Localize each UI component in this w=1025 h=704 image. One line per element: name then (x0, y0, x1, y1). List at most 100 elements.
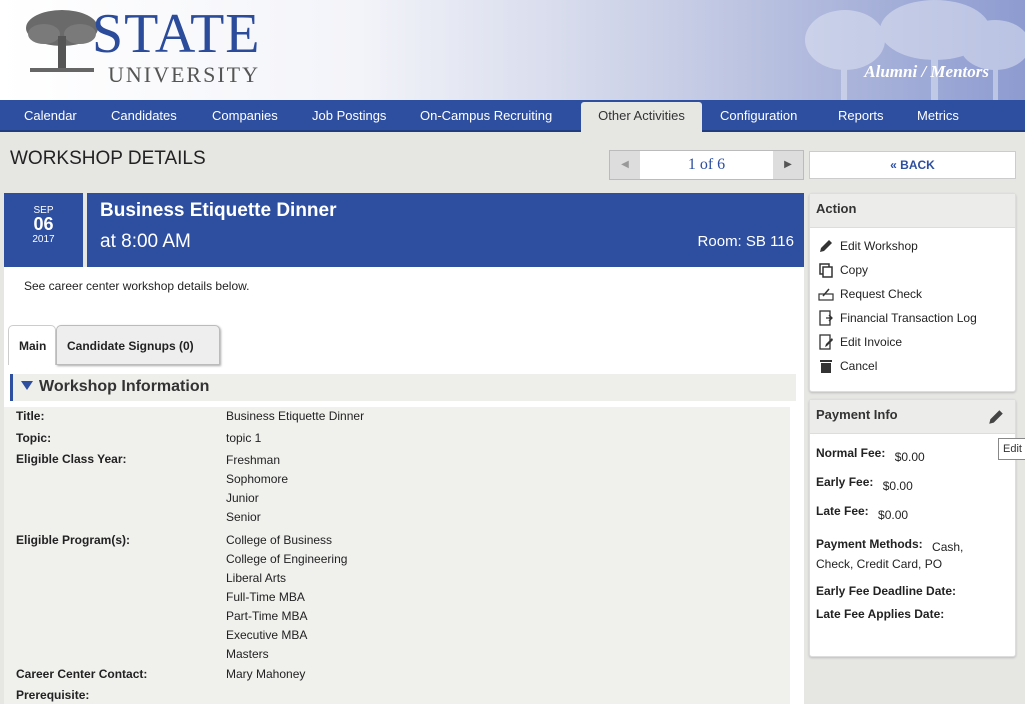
action-label: Cancel (840, 359, 878, 373)
workshop-fields: Title: Business Etiquette Dinner Topic: … (4, 407, 790, 704)
payment-methods-label: Payment Methods: (816, 537, 923, 551)
nav-other-activities[interactable]: Other Activities (581, 102, 702, 132)
early-fee-value: $0.00 (882, 479, 913, 493)
pager-position: 1 of 6 (687, 156, 726, 173)
class-year-label: Eligible Class Year: (16, 452, 127, 466)
normal-fee-row: Normal Fee: $0.00 (816, 446, 925, 464)
early-fee-label: Early Fee: (816, 475, 874, 489)
title-value: Business Etiquette Dinner (226, 409, 365, 423)
transaction-log-icon (819, 310, 833, 326)
request-check-icon (818, 288, 834, 301)
tab-candidate-signups[interactable]: Candidate Signups (0) (56, 325, 220, 365)
nav-configuration[interactable]: Configuration (708, 100, 809, 132)
contact-label: Career Center Contact: (16, 667, 148, 681)
late-fee-value: $0.00 (878, 508, 909, 522)
normal-fee-label: Normal Fee: (816, 446, 886, 460)
payment-panel-title: Payment Info (810, 400, 1015, 434)
early-fee-deadline-label: Early Fee Deadline Date: (816, 584, 957, 598)
pencil-icon[interactable] (987, 408, 1005, 426)
class-year-item: Freshman (226, 453, 281, 467)
program-item: Liberal Arts (226, 571, 287, 585)
event-day: 06 (33, 214, 54, 234)
event-banner: SEP 06 2017 Business Etiquette Dinner at… (4, 193, 804, 267)
nav-job-postings[interactable]: Job Postings (300, 100, 398, 132)
payment-methods-value-1: Cash, (932, 540, 964, 554)
trash-icon (820, 360, 832, 373)
program-item: Full-Time MBA (226, 590, 305, 604)
tab-main[interactable]: Main (8, 325, 56, 365)
caret-down-icon (21, 381, 33, 390)
copy-action[interactable]: Copy (818, 262, 868, 278)
action-label: Request Check (840, 287, 923, 301)
early-fee-deadline-row: Early Fee Deadline Date: (816, 584, 956, 598)
event-year: 2017 (32, 234, 55, 245)
edit-tooltip: Edit (998, 438, 1025, 460)
program-item: Masters (226, 647, 269, 661)
event-name: Business Etiquette Dinner (100, 200, 337, 221)
payment-methods-value-2: Check, Credit Card, PO (816, 557, 943, 571)
action-label: Edit Invoice (840, 335, 903, 349)
previous-record-button[interactable]: ◀ (610, 151, 640, 179)
normal-fee-value: $0.00 (894, 450, 925, 464)
nav-reports[interactable]: Reports (826, 100, 896, 132)
portal-title: Alumni / Mentors (864, 62, 989, 81)
class-year-item: Sophomore (226, 472, 289, 486)
cancel-action[interactable]: Cancel (818, 358, 877, 374)
programs-label: Eligible Program(s): (16, 533, 131, 547)
payment-methods-row: Payment Methods: Cash, Check, Credit Car… (816, 534, 963, 574)
class-year-item: Junior (226, 491, 259, 505)
nav-on-campus-recruiting[interactable]: On-Campus Recruiting (408, 100, 564, 132)
next-record-button[interactable]: ▶ (773, 151, 803, 179)
late-fee-label: Late Fee: (816, 504, 869, 518)
program-item: Executive MBA (226, 628, 308, 642)
nav-calendar[interactable]: Calendar (12, 100, 89, 132)
late-fee-applies-label: Late Fee Applies Date: (816, 607, 945, 621)
topic-value: topic 1 (226, 431, 262, 445)
record-pager: ◀ 1 of 6 ▶ (609, 150, 804, 180)
event-time: at 8:00 AM (100, 231, 191, 252)
action-label: Financial Transaction Log (840, 311, 977, 325)
action-label: Edit Workshop (840, 239, 918, 253)
title-label: Title: (16, 409, 45, 423)
class-year-item: Senior (226, 510, 261, 524)
site-header: STATE UNIVERSITY Alumni / Mentors (0, 0, 1025, 100)
action-label: Copy (840, 263, 869, 277)
edit-workshop-action[interactable]: Edit Workshop (818, 238, 918, 254)
contact-value: Mary Mahoney (226, 667, 306, 681)
copy-icon (819, 263, 833, 278)
main-panel: See career center workshop details below… (4, 267, 804, 704)
detail-tabs: Main Candidate Signups (0) (4, 325, 804, 365)
action-panel: Action Edit Workshop Copy Request Check … (809, 193, 1016, 392)
edit-invoice-icon (819, 334, 833, 350)
financial-transaction-log-action[interactable]: Financial Transaction Log (818, 310, 977, 326)
program-item: College of Business (226, 533, 333, 547)
main-nav: Calendar Candidates Companies Job Postin… (0, 100, 1025, 132)
tree-logo-icon (26, 10, 98, 72)
nav-companies[interactable]: Companies (200, 100, 290, 132)
event-room: Room: SB 116 (697, 233, 794, 250)
logo-state-text: STATE (92, 3, 261, 65)
intro-text: See career center workshop details below… (24, 279, 250, 293)
payment-info-panel: Payment Info Normal Fee: $0.00 Early Fee… (809, 399, 1016, 657)
late-fee-applies-row: Late Fee Applies Date: (816, 607, 944, 621)
late-fee-row: Late Fee: $0.00 (816, 504, 908, 522)
edit-invoice-action[interactable]: Edit Invoice (818, 334, 902, 350)
action-panel-title: Action (810, 194, 1015, 228)
topic-label: Topic: (16, 431, 52, 445)
prerequisite-label: Prerequisite: (16, 688, 90, 702)
section-title: Workshop Information (39, 378, 210, 395)
program-item: Part-Time MBA (226, 609, 308, 623)
workshop-information-section-toggle[interactable]: Workshop Information (10, 374, 796, 401)
program-item: College of Engineering (226, 552, 348, 566)
early-fee-row: Early Fee: $0.00 (816, 475, 913, 493)
request-check-action[interactable]: Request Check (818, 286, 922, 302)
logo-university-text: UNIVERSITY (108, 62, 260, 87)
nav-candidates[interactable]: Candidates (99, 100, 189, 132)
nav-metrics[interactable]: Metrics (905, 100, 971, 132)
trees-decoration-icon (805, 0, 1025, 100)
page-title: WORKSHOP DETAILS (10, 148, 206, 169)
event-date-badge: SEP 06 2017 (4, 193, 87, 267)
pencil-icon (820, 240, 832, 252)
back-button[interactable]: « BACK (809, 151, 1016, 179)
program-list: College of Business College of Engineeri… (226, 531, 347, 664)
